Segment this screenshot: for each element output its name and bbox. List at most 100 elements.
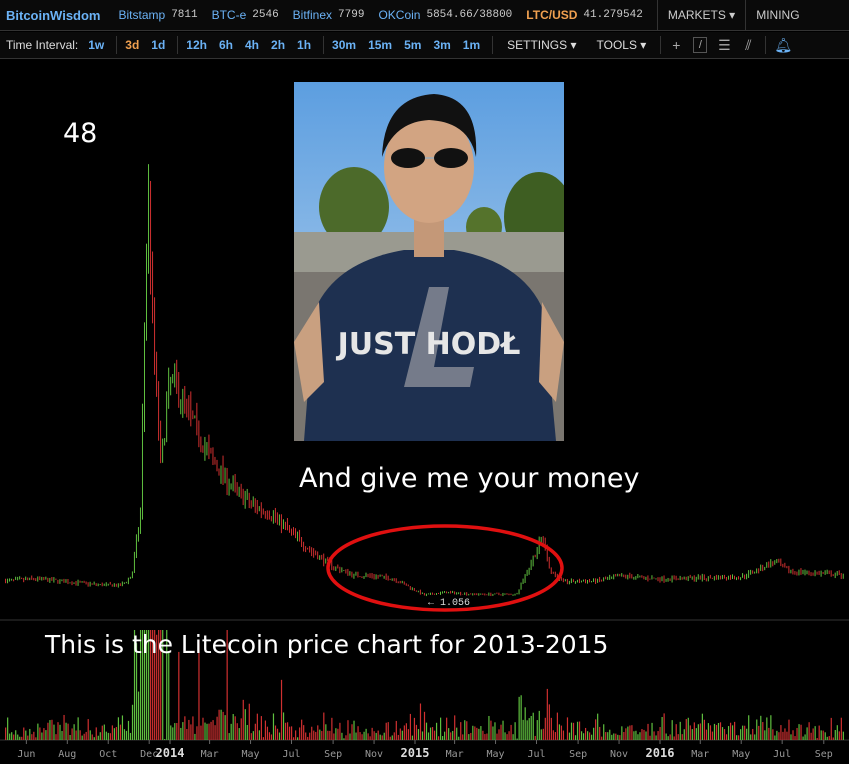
volume-bar [280, 679, 283, 740]
volume-bar [532, 712, 534, 740]
volume-bar [516, 738, 518, 740]
market-bitstamp[interactable]: Bitstamp [119, 8, 166, 22]
volume-bar [87, 719, 89, 740]
interval-3d[interactable]: 3d [125, 38, 139, 52]
volume-bar [194, 733, 196, 740]
volume-bar [315, 731, 317, 740]
volume-bar [307, 736, 309, 740]
x-tick-label: Mar [691, 749, 709, 760]
interval-30m[interactable]: 30m [332, 38, 356, 52]
volume-bar [437, 736, 440, 740]
volume-bar [464, 720, 466, 740]
volume-bar [79, 730, 81, 740]
interval-15m[interactable]: 15m [368, 38, 392, 52]
volume-bar [423, 711, 426, 740]
x-tick-label: Jul [282, 749, 300, 760]
interval-1d[interactable]: 1d [151, 38, 165, 52]
volume-bar [309, 732, 311, 740]
volume-bar [820, 730, 822, 740]
volume-bar [584, 727, 587, 740]
volume-bar [49, 720, 51, 740]
pitchfork-icon[interactable]: ⫽ [741, 37, 755, 54]
volume-bar [576, 721, 579, 740]
volume-bar [252, 731, 254, 740]
volume-bar [508, 731, 510, 740]
interval-4h[interactable]: 4h [245, 38, 259, 52]
volume-bar [190, 724, 192, 740]
volume-bar [496, 733, 498, 740]
volume-bar [47, 722, 49, 740]
line-icon[interactable]: / [693, 37, 708, 53]
price-bitfinex: 7799 [338, 9, 365, 21]
settings-menu[interactable]: SETTINGS ▾ [507, 38, 576, 52]
volume-bar [808, 722, 810, 740]
volume-bar [641, 728, 643, 740]
volume-bar [474, 726, 476, 740]
volume-bar [522, 719, 524, 740]
volume-bar [224, 715, 226, 740]
volume-bar [566, 717, 569, 740]
volume-bar [417, 729, 420, 740]
crosshair-icon[interactable]: + [669, 37, 683, 53]
volume-bar [484, 734, 486, 740]
volume-bar [488, 715, 490, 740]
interval-6h[interactable]: 6h [219, 38, 233, 52]
volume-bar [619, 735, 621, 740]
volume-bar [129, 732, 132, 740]
interval-3m[interactable]: 3m [433, 38, 450, 52]
volume-bar [63, 714, 65, 740]
volume-bar [643, 729, 645, 740]
interval-1h[interactable]: 1h [297, 38, 311, 52]
volume-bar [790, 734, 792, 740]
market-okcoin[interactable]: OKCoin [378, 8, 420, 22]
volume-bar [794, 736, 796, 740]
volume-bar [433, 730, 436, 740]
volume-bar [230, 723, 232, 740]
volume-bar [69, 735, 71, 740]
market-bitfinex[interactable]: Bitfinex [293, 8, 332, 22]
x-tick-label: Sep [324, 749, 342, 760]
tools-menu[interactable]: TOOLS ▾ [597, 38, 647, 52]
interval-12h[interactable]: 12h [186, 38, 207, 52]
volume-bar [200, 725, 202, 740]
volume-bar [274, 725, 277, 740]
volume-bar [170, 725, 172, 740]
volume-bar [510, 724, 512, 740]
interval-2h[interactable]: 2h [271, 38, 285, 52]
x-tick-label: Sep [569, 749, 587, 760]
volume-bar [538, 710, 540, 740]
volume-bar [425, 722, 428, 740]
market-ltcusd[interactable]: LTC/USD [526, 8, 577, 22]
volume-bar [431, 727, 434, 740]
volume-bar [293, 737, 295, 740]
interval-1w[interactable]: 1w [88, 38, 104, 52]
x-tick-label: Mar [201, 749, 219, 760]
volume-bar [530, 715, 532, 740]
fib-icon[interactable]: ☰ [717, 37, 731, 54]
volume-bar [554, 732, 556, 740]
volume-bar [548, 704, 550, 740]
x-tick-label: May [487, 749, 505, 760]
volume-bar [242, 699, 244, 740]
volume-bar [768, 727, 770, 740]
mining-menu[interactable]: MINING [745, 0, 809, 31]
volume-bar [174, 723, 176, 740]
divider [177, 36, 179, 54]
volume-bar [490, 720, 492, 740]
markets-menu[interactable]: MARKETS ▾ [656, 0, 745, 31]
volume-bar [347, 720, 349, 740]
volume-bar [721, 727, 724, 740]
brand-logo[interactable]: BitcoinWisdom [6, 8, 101, 23]
bell-icon[interactable]: 🔔︎ [774, 37, 792, 54]
interval-1m[interactable]: 1m [463, 38, 480, 52]
volume-bar [578, 721, 581, 740]
volume-bar [800, 724, 802, 740]
interval-5m[interactable]: 5m [404, 38, 421, 52]
volume-bar [111, 725, 113, 740]
market-btce[interactable]: BTC-e [212, 8, 247, 22]
volume-bar [456, 727, 458, 740]
volume-bar [599, 726, 601, 740]
volume-bar [784, 728, 786, 740]
volume-bar [375, 732, 377, 740]
volume-bar [542, 728, 544, 740]
